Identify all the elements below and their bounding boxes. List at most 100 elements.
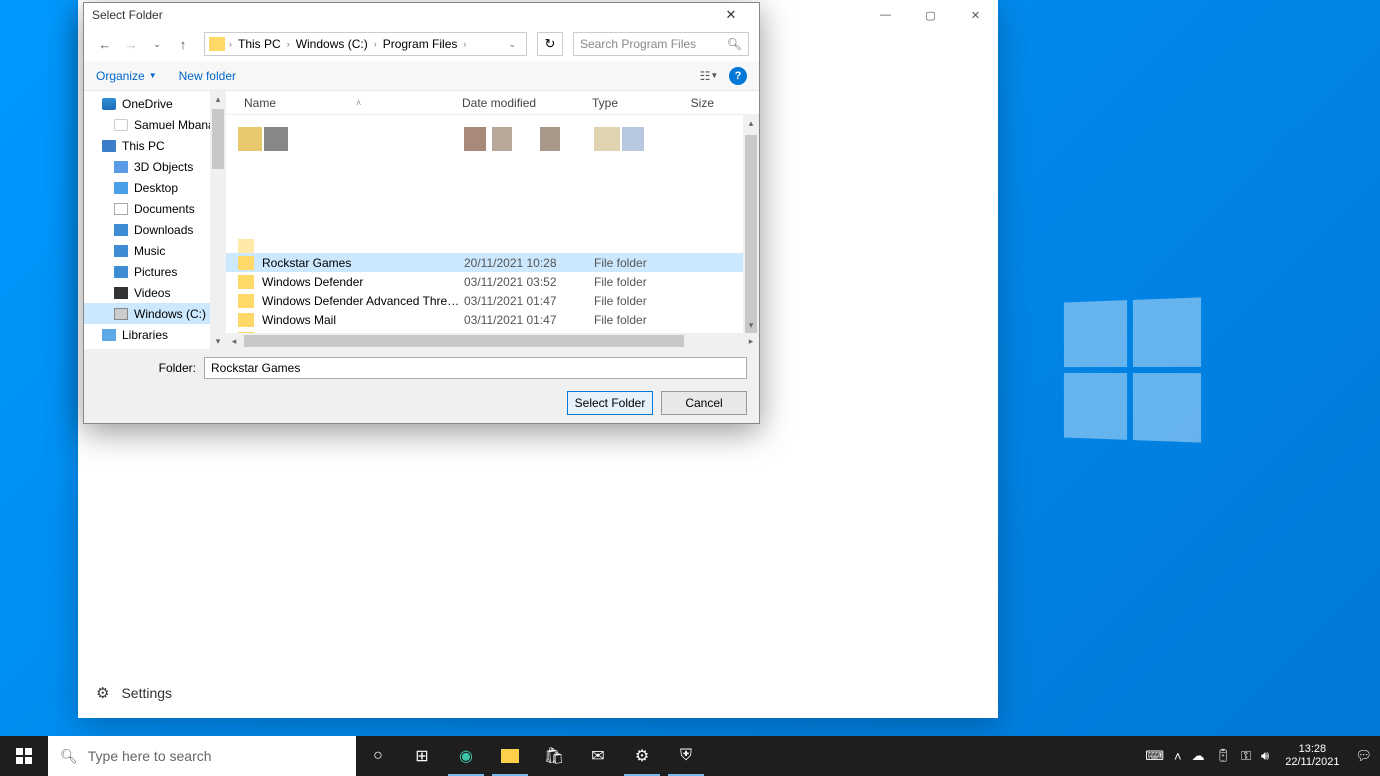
tree-item[interactable]: Downloads [84,219,226,240]
task-view-icon[interactable]: ⊞ [400,736,444,776]
file-row[interactable]: Windows Mail03/11/2021 01:47File folder [226,310,759,329]
file-row[interactable]: Windows Media Player03/11/2021 01:47File… [226,329,759,333]
new-folder-button[interactable]: New folder [179,69,236,83]
security-icon[interactable]: ⛨ [664,736,708,776]
tree-item[interactable]: This PC [84,135,226,156]
folder-icon [238,294,254,308]
tree-item[interactable]: Desktop [84,177,226,198]
tree-scrollbar[interactable]: ▴ ▾ [210,91,226,349]
tree-item-label: Music [134,244,165,258]
keyboard-icon[interactable]: ⌨ [1145,748,1164,764]
breadcrumb-drive[interactable]: Windows (C:) [290,37,374,51]
tree-item-icon [114,161,128,173]
back-button[interactable]: ← [94,33,116,55]
file-row[interactable]: Windows Defender03/11/2021 03:52File fol… [226,272,759,291]
view-options-button[interactable]: ☷ ▼ [697,67,721,85]
tree-item[interactable]: Windows (C:) [84,303,226,324]
taskbar-clock[interactable]: 13:28 22/11/2021 [1279,743,1345,769]
windows-desktop-logo [1064,297,1201,442]
edge-icon[interactable]: ◉ [444,736,488,776]
tree-item-icon [102,140,116,152]
tree-item-icon [102,98,116,110]
tree-item[interactable]: Pictures [84,261,226,282]
folder-icon [238,256,254,270]
tree-item[interactable]: Videos [84,282,226,303]
store-icon[interactable]: 🛍︎ [532,736,576,776]
folder-icon [238,313,254,327]
refresh-button[interactable]: ↻ [537,32,563,56]
wifi-icon[interactable]: ⚿ [1241,748,1251,764]
select-folder-button[interactable]: Select Folder [567,391,653,415]
cancel-button[interactable]: Cancel [661,391,747,415]
file-date: 03/11/2021 01:47 [464,332,594,334]
forward-button[interactable]: → [120,33,142,55]
tree-item-label: Desktop [134,181,178,195]
file-type: File folder [594,294,688,308]
close-button[interactable]: ✕ [953,0,998,30]
organize-menu[interactable]: Organize▼ [96,69,157,83]
tree-item-label: Videos [134,286,170,300]
file-type: File folder [594,275,688,289]
select-folder-dialog: Select Folder ✕ ← → ⌄ ↑ › This PC › Wind… [83,2,760,424]
breadcrumb-dropdown[interactable]: ⌄ [502,39,522,50]
battery-icon[interactable]: 🔋︎ [1215,748,1232,764]
column-date[interactable]: Date modified [456,96,586,110]
folder-input[interactable] [204,357,747,379]
tree-item[interactable]: 3D Objects [84,156,226,177]
tree-item-icon [114,224,128,236]
search-icon: 🔍︎ [60,748,78,765]
tree-item[interactable]: Libraries [84,324,226,345]
up-button[interactable]: ↑ [172,33,194,55]
file-type: File folder [594,256,688,270]
chevron-up-icon[interactable]: ˄ [1174,749,1182,764]
file-list: Name˄ Date modified Type Size [226,91,759,349]
onedrive-tray-icon[interactable]: ☁ [1192,748,1205,764]
dialog-titlebar[interactable]: Select Folder ✕ [84,3,759,27]
tree-item-icon [114,266,128,278]
filelist-scrollbar-h[interactable]: ◂▸ [226,333,759,349]
breadcrumb[interactable]: › This PC › Windows (C:) › Program Files… [204,32,527,56]
column-name[interactable]: Name˄ [238,96,456,110]
close-icon[interactable]: ✕ [711,7,751,23]
column-size[interactable]: Size [680,96,720,110]
start-button[interactable] [0,736,48,776]
tree-item-label: This PC [122,139,165,153]
settings-taskbar-icon[interactable]: ⚙ [620,736,664,776]
dialog-nav: ← → ⌄ ↑ › This PC › Windows (C:) › Progr… [84,27,759,61]
tree-item-icon [114,287,128,299]
taskbar-search[interactable]: 🔍︎ Type here to search [48,736,356,776]
tree-item-label: Documents [134,202,195,216]
cortana-icon[interactable]: ○ [356,736,400,776]
column-type[interactable]: Type [586,96,680,110]
mail-icon[interactable]: ✉ [576,736,620,776]
file-name: Rockstar Games [262,256,464,270]
tree-item-label: Libraries [122,328,168,342]
help-icon[interactable]: ? [729,67,747,85]
tree-item-label: 3D Objects [134,160,193,174]
search-input[interactable]: Search Program Files 🔍︎ [573,32,749,56]
file-name: Windows Defender Advanced Threat Pro... [262,294,464,308]
file-date: 03/11/2021 01:47 [464,313,594,327]
maximize-button[interactable]: ▢ [908,0,953,30]
file-row[interactable]: Rockstar Games20/11/2021 10:28File folde… [226,253,759,272]
file-row[interactable]: Windows Defender Advanced Threat Pro...0… [226,291,759,310]
breadcrumb-thispc[interactable]: This PC [232,37,287,51]
notifications-icon[interactable]: 💬︎ [1355,748,1372,764]
settings-label: Settings [121,685,172,701]
tree-item[interactable]: OneDrive [84,93,226,114]
settings-footer[interactable]: ⚙ Settings [96,684,172,702]
minimize-button[interactable]: — [863,0,908,30]
tree-item-label: Downloads [134,223,193,237]
file-date: 20/11/2021 10:28 [464,256,594,270]
search-placeholder: Type here to search [88,748,212,764]
recent-dropdown[interactable]: ⌄ [146,33,168,55]
tree-item[interactable]: Music [84,240,226,261]
filelist-scrollbar-v[interactable]: ▴ ▾ [743,115,759,333]
tree-item-label: OneDrive [122,97,173,111]
volume-icon[interactable]: 🔊︎ [1261,748,1269,764]
file-row-partial[interactable] [226,239,759,253]
breadcrumb-folder[interactable]: Program Files [377,37,464,51]
tree-item[interactable]: Samuel Mbanasc [84,114,226,135]
tree-item[interactable]: Documents [84,198,226,219]
file-explorer-icon[interactable] [488,736,532,776]
